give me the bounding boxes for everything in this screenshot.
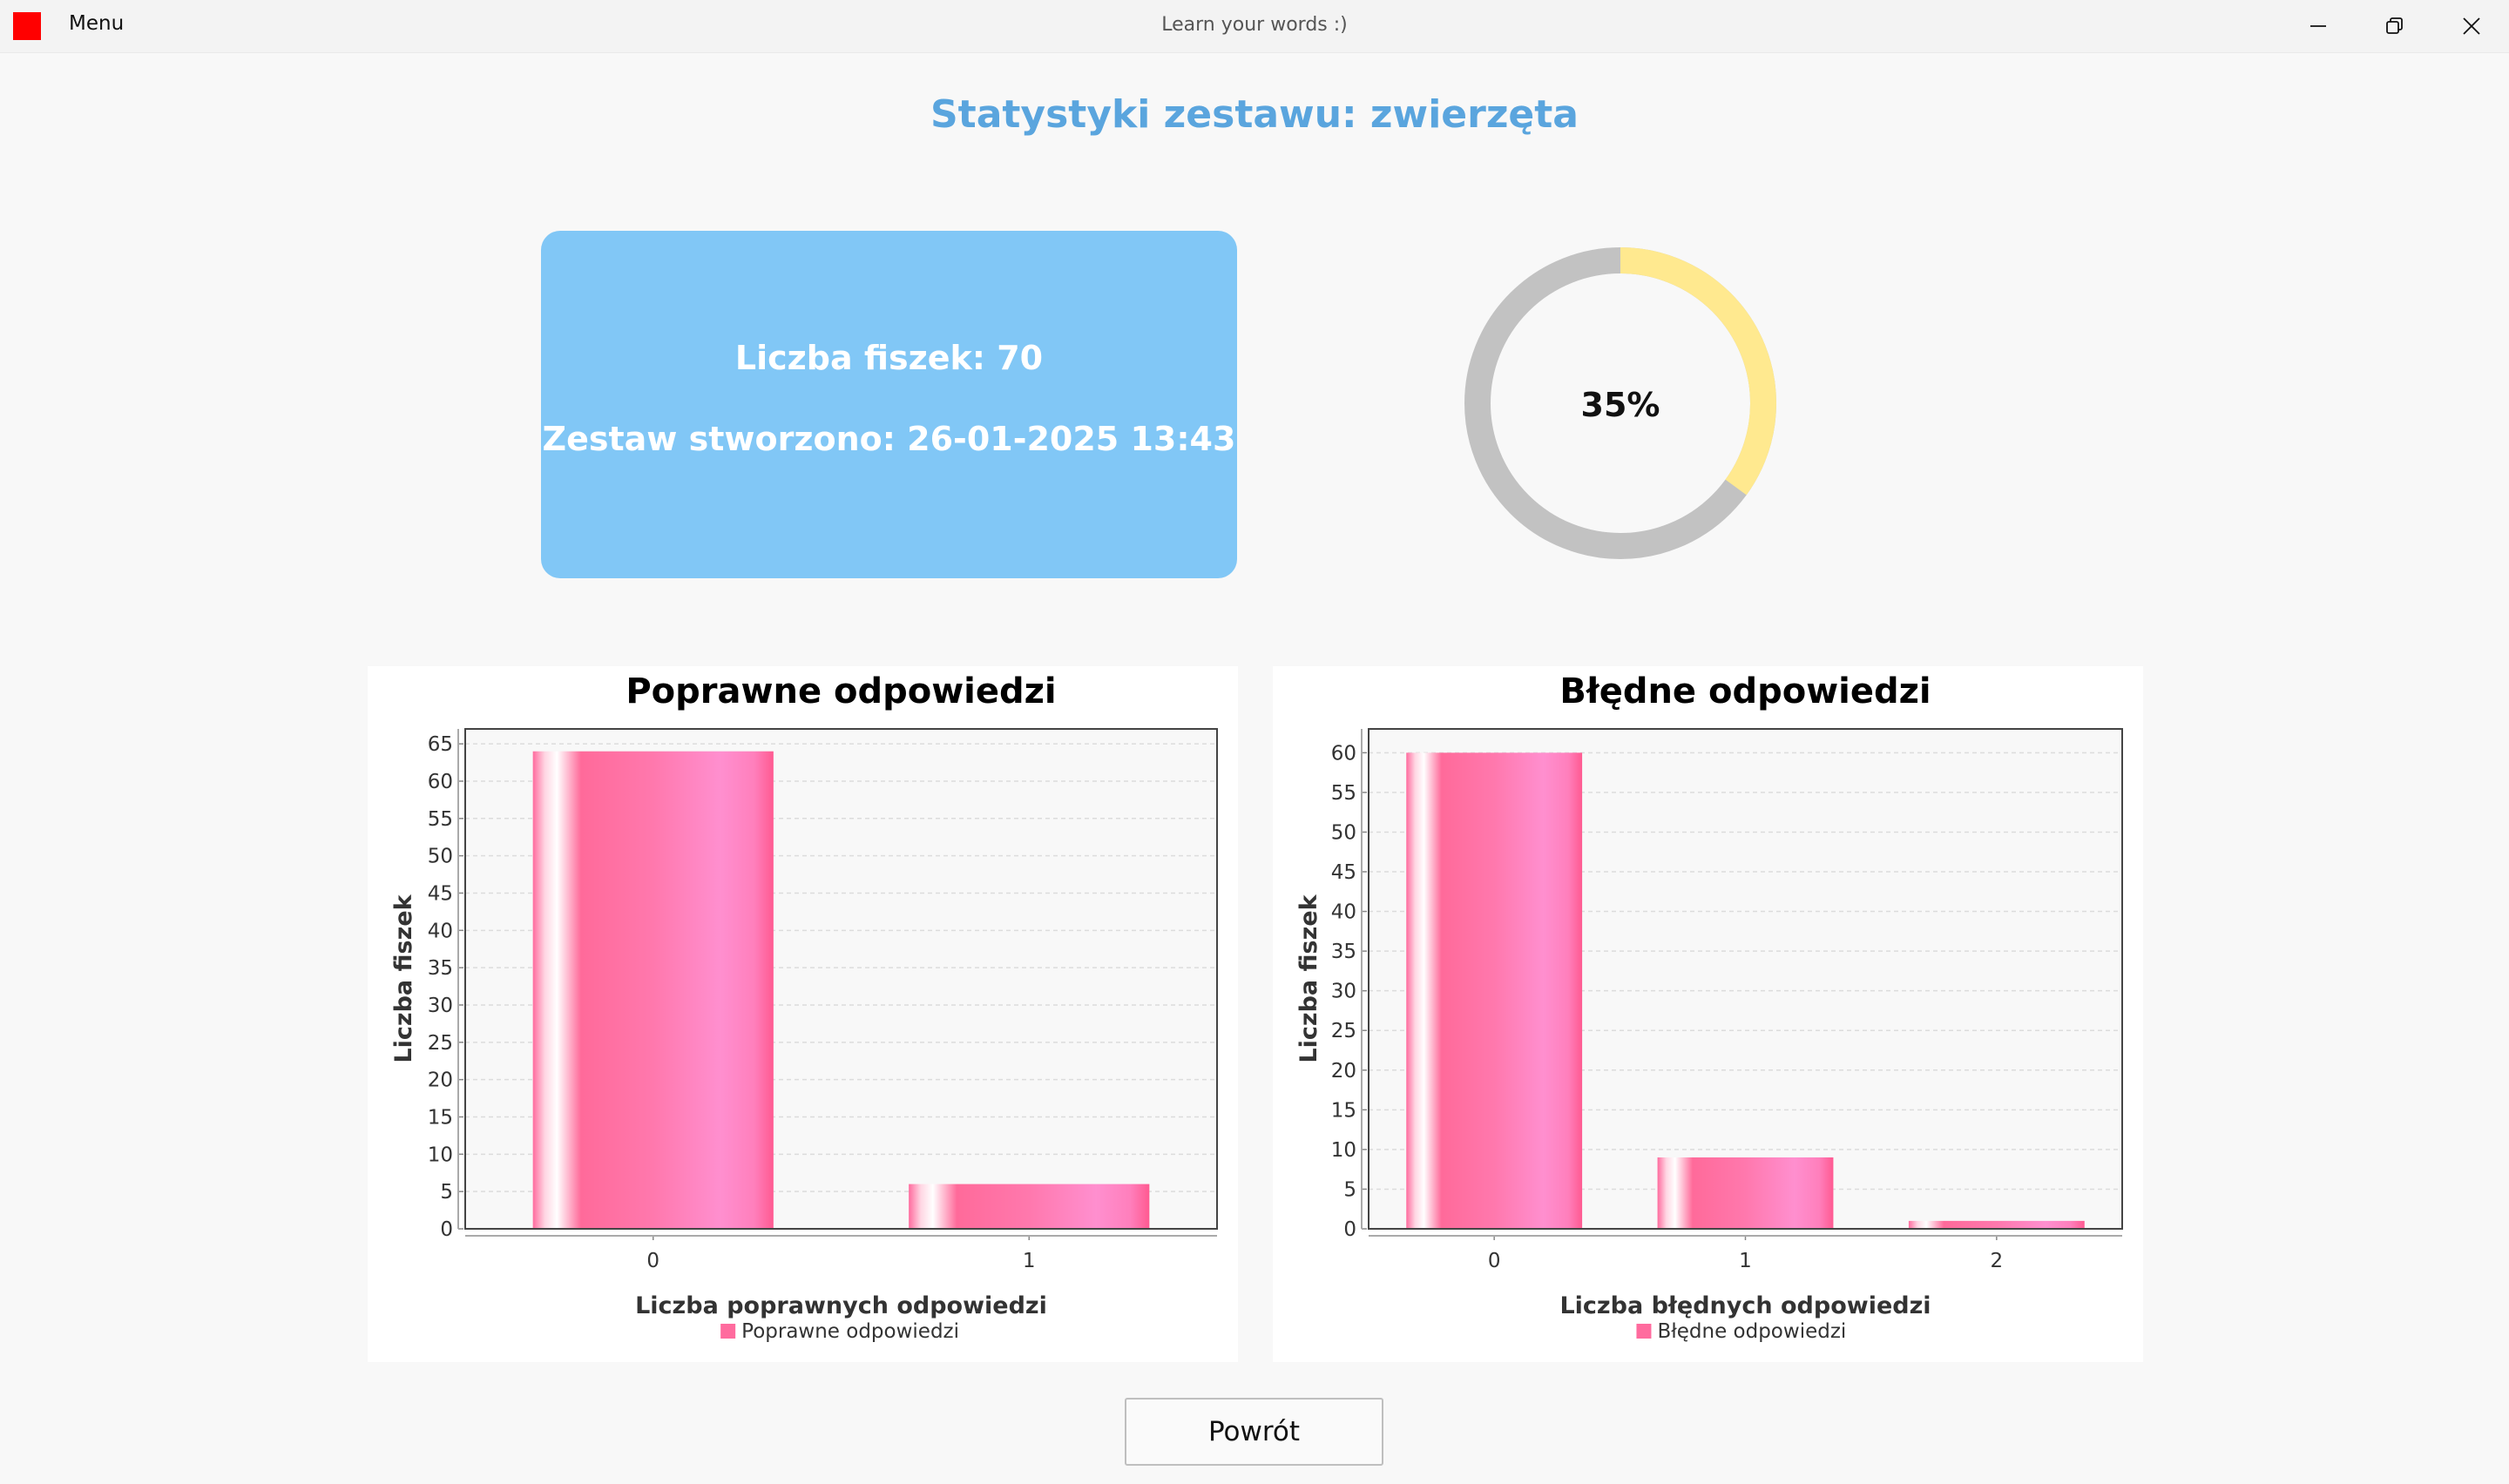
- bar: [1908, 1220, 2085, 1229]
- y-tick-label: 15: [1331, 1099, 1356, 1122]
- set-info-card: Liczba fiszek: 70 Zestaw stworzono: 26-0…: [541, 231, 1237, 578]
- y-tick-label: 5: [1343, 1178, 1356, 1201]
- y-axis-label: Liczba fiszek: [390, 894, 417, 1062]
- y-tick-label: 5: [440, 1181, 453, 1204]
- chart-svg: 0 5 10 15 20 25 30 35 40 45 50 55 60 0 1 2 Błędne odpowi…: [1295, 671, 2123, 1343]
- y-tick-label: 60: [1331, 742, 1356, 765]
- window-title-bar: Menu Learn your words :): [0, 0, 2509, 53]
- y-tick-label: 20: [428, 1069, 453, 1092]
- y-tick-label: 25: [1331, 1020, 1356, 1042]
- wrong-answers-chart: 0 5 10 15 20 25 30 35 40 45 50 55 60 0 1 2 Błędne odpowi…: [1273, 666, 2143, 1362]
- correct-answers-chart: 0 5 10 15 20 25 30 35 40 45 50 55 60 65 0 1 Poprawne odp…: [368, 666, 1238, 1362]
- y-tick-label: 0: [440, 1218, 453, 1241]
- back-button[interactable]: Powrót: [1125, 1398, 1383, 1466]
- bar: [1657, 1157, 1834, 1229]
- card-count-label: Liczba fiszek: 70: [734, 339, 1044, 377]
- y-tick-label: 60: [428, 771, 453, 793]
- x-tick-label: 0: [646, 1250, 659, 1272]
- legend-swatch: [720, 1324, 736, 1339]
- y-tick-label: 20: [1331, 1060, 1356, 1083]
- chart-title: Poprawne odpowiedzi: [626, 671, 1056, 712]
- legend-swatch: [1636, 1324, 1652, 1339]
- close-icon: [2463, 17, 2480, 35]
- restore-button[interactable]: [2357, 0, 2433, 52]
- page-title: Statystyki zestawu: zwierzęta: [930, 92, 1579, 137]
- y-tick-label: 55: [1331, 782, 1356, 805]
- y-tick-label: 35: [1331, 941, 1356, 963]
- y-tick-label: 55: [428, 808, 453, 831]
- y-tick-label: 50: [428, 846, 453, 868]
- y-tick-label: 45: [428, 882, 453, 905]
- x-axis-label: Liczba poprawnych odpowiedzi: [635, 1292, 1047, 1319]
- y-tick-label: 25: [428, 1032, 453, 1055]
- x-tick-label: 2: [1991, 1250, 2004, 1272]
- y-tick-label: 0: [1343, 1218, 1356, 1241]
- x-axis-label: Liczba błędnych odpowiedzi: [1559, 1292, 1931, 1319]
- y-tick-label: 65: [428, 733, 453, 756]
- restore-icon: [2386, 17, 2403, 34]
- y-tick-label: 35: [428, 957, 453, 980]
- bar: [1406, 752, 1583, 1229]
- y-tick-label: 50: [1331, 821, 1356, 844]
- chart-title: Błędne odpowiedzi: [1559, 671, 1931, 712]
- progress-percent-label: 35%: [1580, 386, 1660, 424]
- created-date-label: Zestaw stworzono: 26-01-2025 13:43: [542, 420, 1236, 458]
- x-tick-label: 0: [1488, 1250, 1501, 1272]
- bar: [909, 1184, 1150, 1229]
- close-button[interactable]: [2433, 0, 2509, 52]
- minimize-icon: [2310, 25, 2326, 27]
- y-tick-label: 15: [428, 1106, 453, 1129]
- window-title: Learn your words :): [1161, 14, 1348, 36]
- legend-label: Poprawne odpowiedzi: [741, 1320, 959, 1343]
- y-tick-label: 30: [1331, 981, 1356, 1003]
- y-tick-label: 40: [428, 920, 453, 942]
- y-tick-label: 10: [1331, 1139, 1356, 1162]
- chart-svg: 0 5 10 15 20 25 30 35 40 45 50 55 60 65 0 1 Poprawne odp…: [390, 671, 1218, 1343]
- y-tick-label: 45: [1331, 861, 1356, 884]
- x-tick-label: 1: [1023, 1250, 1036, 1272]
- legend-label: Błędne odpowiedzi: [1657, 1320, 1846, 1343]
- minimize-button[interactable]: [2280, 0, 2357, 52]
- bar: [532, 751, 774, 1229]
- y-tick-label: 30: [428, 995, 453, 1017]
- y-tick-label: 10: [428, 1143, 453, 1166]
- y-axis-label: Liczba fiszek: [1295, 894, 1322, 1062]
- y-tick-label: 40: [1331, 901, 1356, 924]
- x-tick-label: 1: [1739, 1250, 1752, 1272]
